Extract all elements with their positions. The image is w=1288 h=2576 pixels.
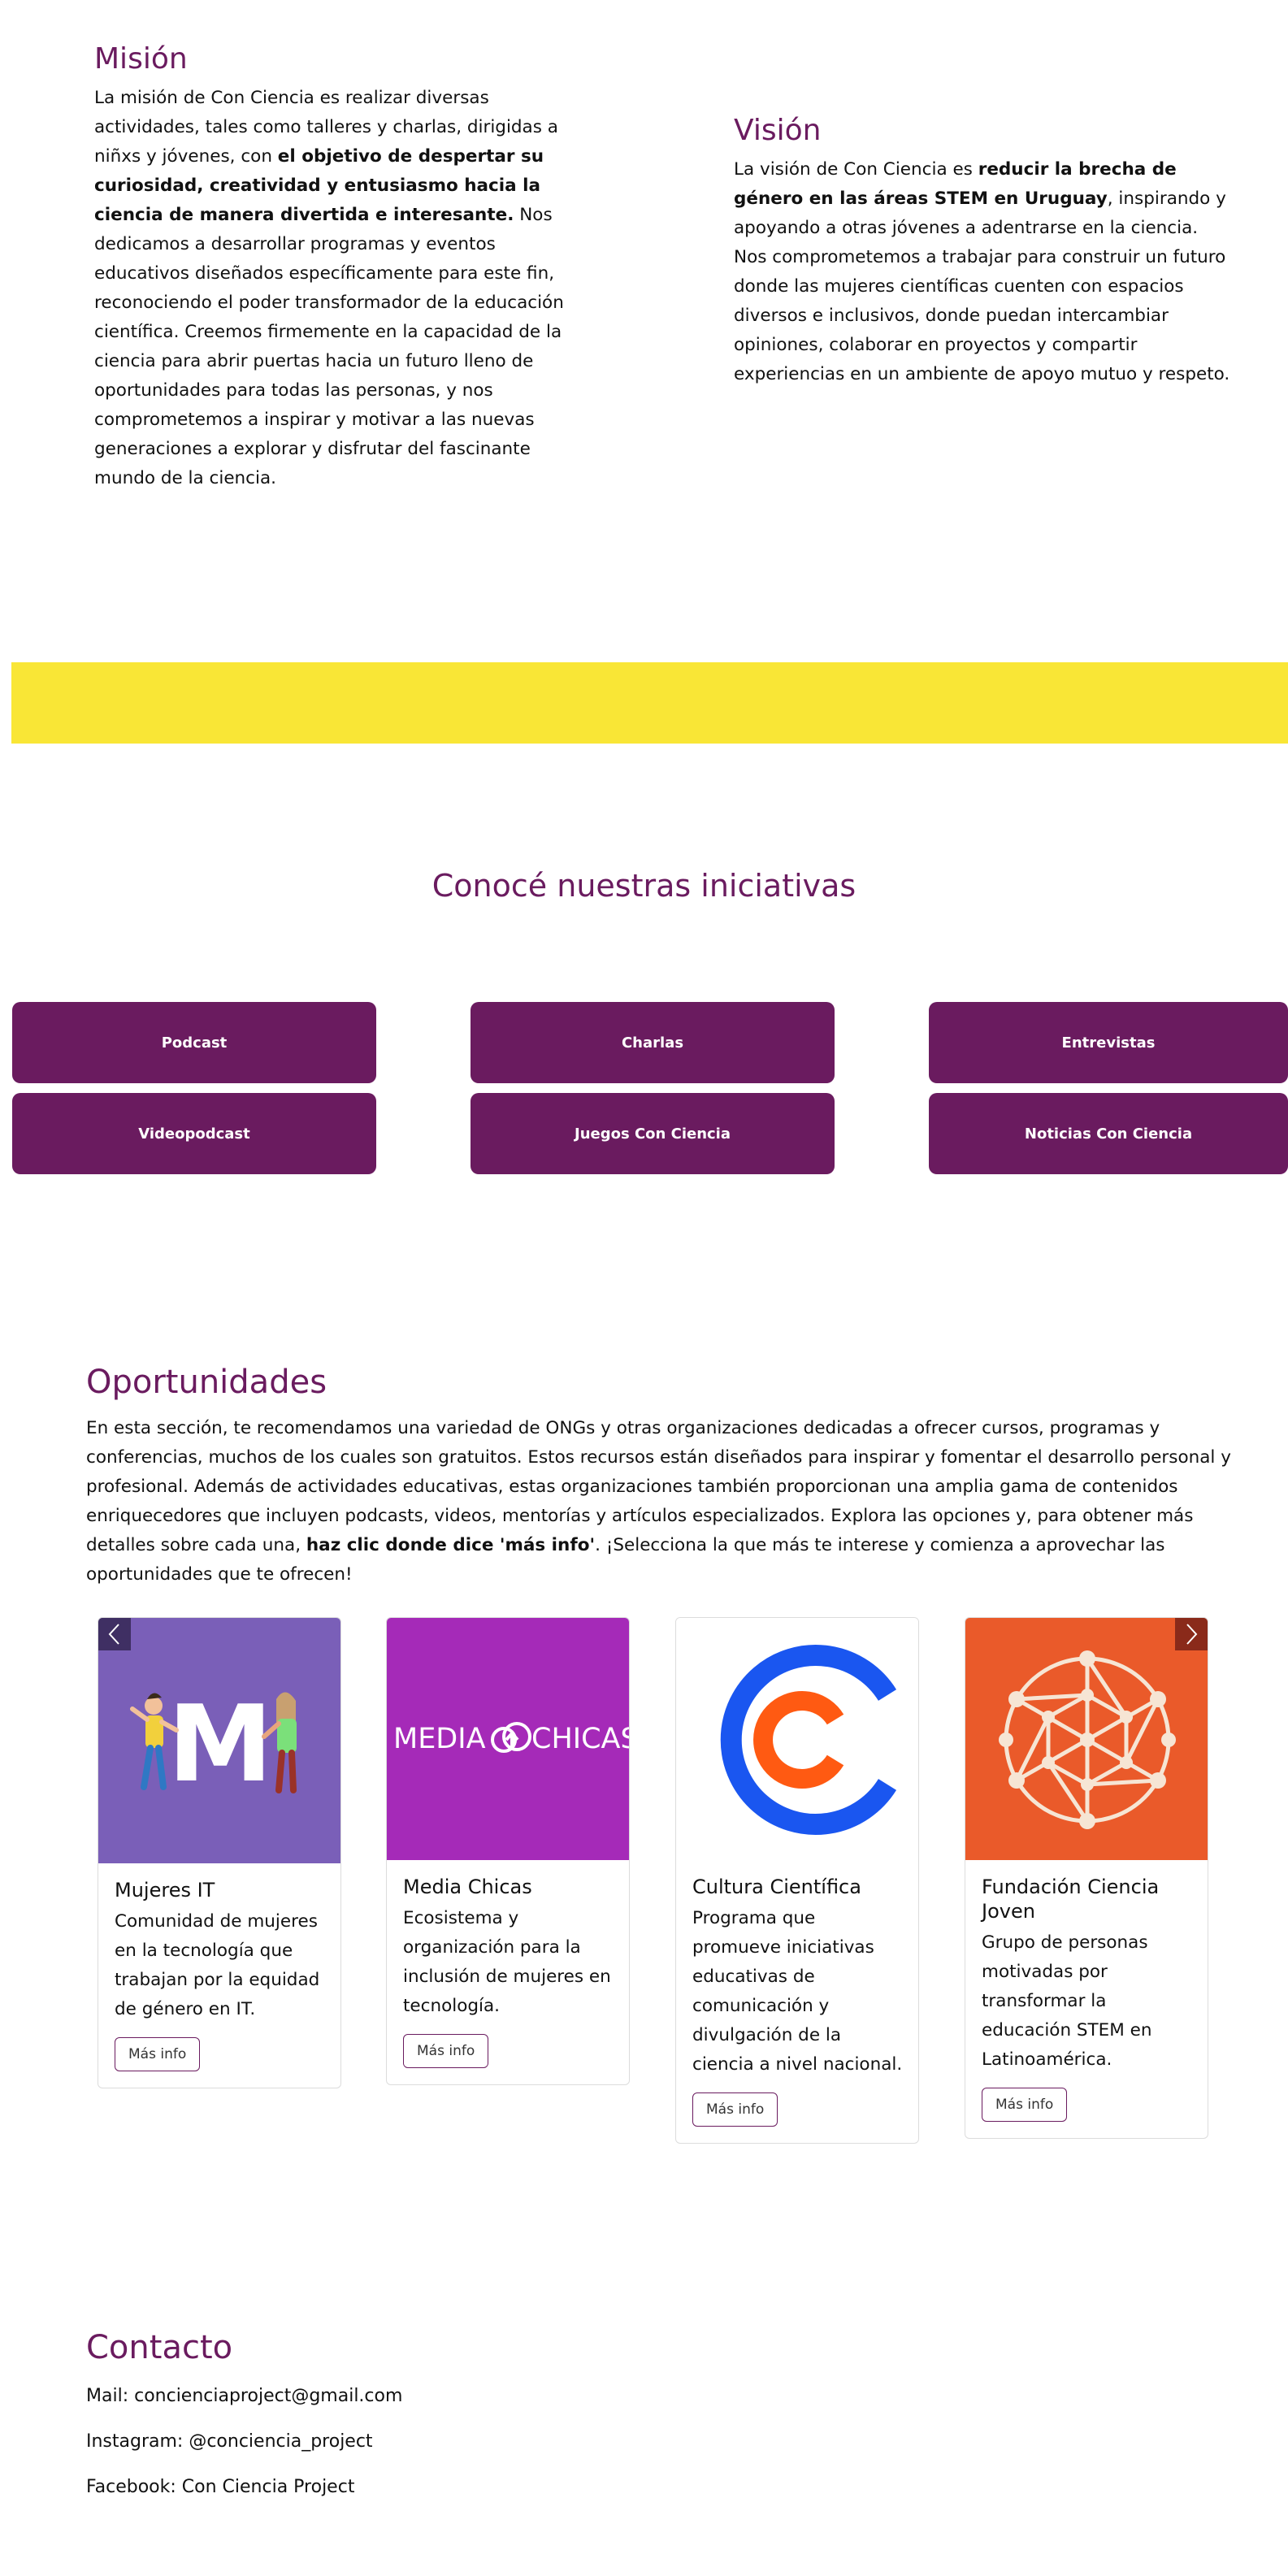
media-chicas-logo: MEDIA CHICAS — [387, 1618, 629, 1860]
card-title: Cultura Científica — [692, 1876, 861, 1898]
mujeres-it-illustration: M — [130, 1682, 297, 1806]
card-media-chicas: MEDIA CHICAS Media Chicas Ecosistema y o… — [386, 1617, 630, 2085]
card-body: Media Chicas Ecosistema y organización p… — [387, 1860, 629, 2084]
mas-info-button[interactable]: Más info — [403, 2034, 489, 2068]
vision-text-part: , inspirando y apoyando a otras jóvenes … — [734, 189, 1230, 384]
contact-instagram: Instagram: @conciencia_project — [86, 2431, 373, 2452]
oportunidades-title: Oportunidades — [86, 1364, 327, 1401]
card-description: Programa que promueve iniciativas educat… — [692, 1908, 903, 2075]
card-body: Fundación Ciencia Joven Grupo de persona… — [965, 1860, 1208, 2138]
card-mujeres-it: M Mujeres IT Comunidad de mujeres en la … — [98, 1617, 341, 2088]
cultura-cientifica-logo — [676, 1618, 918, 1860]
mision-title: Misión — [94, 42, 188, 76]
mas-info-button[interactable]: Más info — [692, 2092, 778, 2127]
mas-info-button[interactable]: Más info — [115, 2037, 201, 2071]
ciencia-joven-network-graphic — [999, 1650, 1176, 1829]
yellow-divider-band — [11, 662, 1288, 744]
vision-section: Visión La visión de Con Ciencia es reduc… — [734, 114, 1231, 389]
vision-text: La visión de Con Ciencia es reducir la b… — [734, 155, 1231, 389]
podcast-button[interactable]: Podcast — [12, 1002, 376, 1083]
card-body: Cultura Científica Programa que promueve… — [676, 1860, 918, 2143]
mujeres-it-logo: M — [98, 1618, 340, 1863]
entrevistas-button[interactable]: Entrevistas — [929, 1002, 1288, 1083]
contact-mail: Mail: concienciaproject@gmail.com — [86, 2386, 403, 2406]
contacto-title: Contacto — [86, 2329, 233, 2366]
card-title: Media Chicas — [403, 1876, 532, 1898]
mision-section: Misión La misión de Con Ciencia es reali… — [94, 42, 574, 493]
juegos-con-ciencia-button[interactable]: Juegos Con Ciencia — [471, 1093, 835, 1174]
svg-text:M: M — [167, 1682, 272, 1806]
vision-title: Visión — [734, 114, 822, 147]
chevron-right-icon[interactable] — [1175, 1618, 1208, 1650]
card-fundacion-ciencia-joven: Fundación Ciencia Joven Grupo de persona… — [965, 1617, 1208, 2139]
card-description: Grupo de personas motivadas por transfor… — [982, 1932, 1152, 2070]
mision-text: La misión de Con Ciencia es realizar div… — [94, 84, 574, 493]
fundacion-ciencia-joven-logo — [965, 1618, 1208, 1860]
mision-text-part: Nos dedicamos a desarrollar programas y … — [94, 205, 564, 488]
chevron-left-icon[interactable] — [98, 1618, 131, 1650]
oportunidades-text-bold: haz clic donde dice 'más info' — [306, 1535, 596, 1555]
oportunidades-text: En esta sección, te recomendamos una var… — [86, 1414, 1240, 1589]
card-description: Ecosistema y organización para la inclus… — [403, 1908, 611, 2016]
iniciativas-title: Conocé nuestras iniciativas — [432, 868, 856, 904]
mas-info-button[interactable]: Más info — [982, 2088, 1068, 2122]
videopodcast-button[interactable]: Videopodcast — [12, 1093, 376, 1174]
card-title: Mujeres IT — [115, 1879, 215, 1902]
card-title: Fundación Ciencia Joven — [982, 1876, 1160, 1923]
card-cultura-cientifica: Cultura Científica Programa que promueve… — [675, 1617, 919, 2144]
logo-text-left: MEDIA — [393, 1723, 486, 1755]
card-description: Comunidad de mujeres en la tecnología qu… — [115, 1911, 320, 2019]
cultura-cientifica-logo-graphic — [720, 1645, 897, 1835]
contact-facebook: Facebook: Con Ciencia Project — [86, 2477, 355, 2497]
card-body: Mujeres IT Comunidad de mujeres en la te… — [98, 1863, 340, 2088]
vision-text-part: La visión de Con Ciencia es — [734, 159, 978, 180]
charlas-button[interactable]: Charlas — [471, 1002, 835, 1083]
logo-text-right: CHICAS — [531, 1723, 630, 1755]
noticias-con-ciencia-button[interactable]: Noticias Con Ciencia — [929, 1093, 1288, 1174]
media-chicas-logo-graphic: MEDIA CHICAS — [393, 1722, 630, 1755]
